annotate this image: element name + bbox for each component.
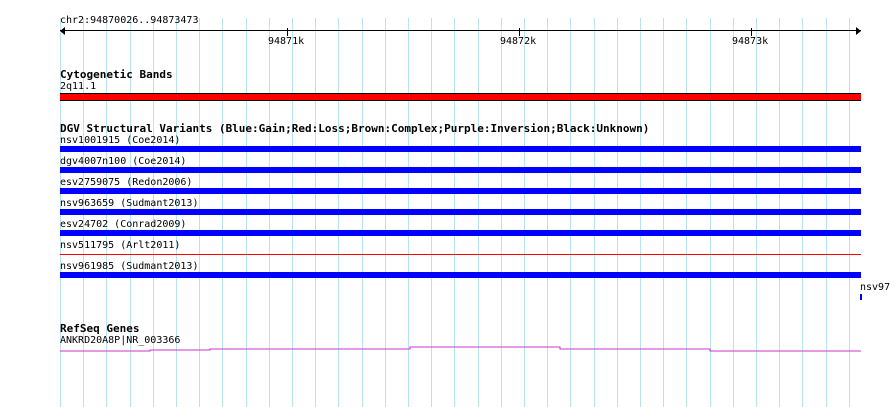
variant-bar-gain[interactable] (60, 272, 861, 278)
ruler-tick-label: 94873k (732, 36, 769, 47)
variant-bar-loss[interactable] (60, 254, 861, 255)
overflow-variant-bar[interactable] (860, 294, 862, 300)
ruler-tick-label: 94871k (268, 36, 305, 47)
variant-bar-gain[interactable] (60, 146, 861, 152)
variant-bar-gain[interactable] (60, 188, 861, 194)
overflow-variant-label: nsv97 (860, 282, 890, 293)
ruler-major-tick (751, 28, 752, 36)
ruler-axis (60, 30, 861, 31)
dgv-track-title: DGV Structural Variants (Blue:Gain;Red:L… (60, 122, 650, 135)
ruler-right-arrow (856, 27, 861, 35)
gene-model[interactable] (60, 343, 862, 355)
refseq-track-title: RefSeq Genes (60, 322, 140, 335)
ruler-major-tick (519, 28, 520, 36)
variant-bar-gain[interactable] (60, 167, 861, 173)
ruler-left-arrow (60, 27, 65, 35)
location-label: chr2:94870026..94873473 (60, 15, 199, 26)
ruler-tick-label: 94872k (500, 36, 537, 47)
variant-label: nsv511795 (Arlt2011) (60, 240, 181, 251)
ruler-major-tick (287, 28, 288, 36)
variant-bar-gain[interactable] (60, 230, 861, 236)
cytoband-bar[interactable] (60, 93, 861, 101)
cytoband-track-title: Cytogenetic Bands (60, 68, 173, 81)
variant-bar-gain[interactable] (60, 209, 861, 215)
cytoband-label: 2q11.1 (60, 81, 97, 92)
